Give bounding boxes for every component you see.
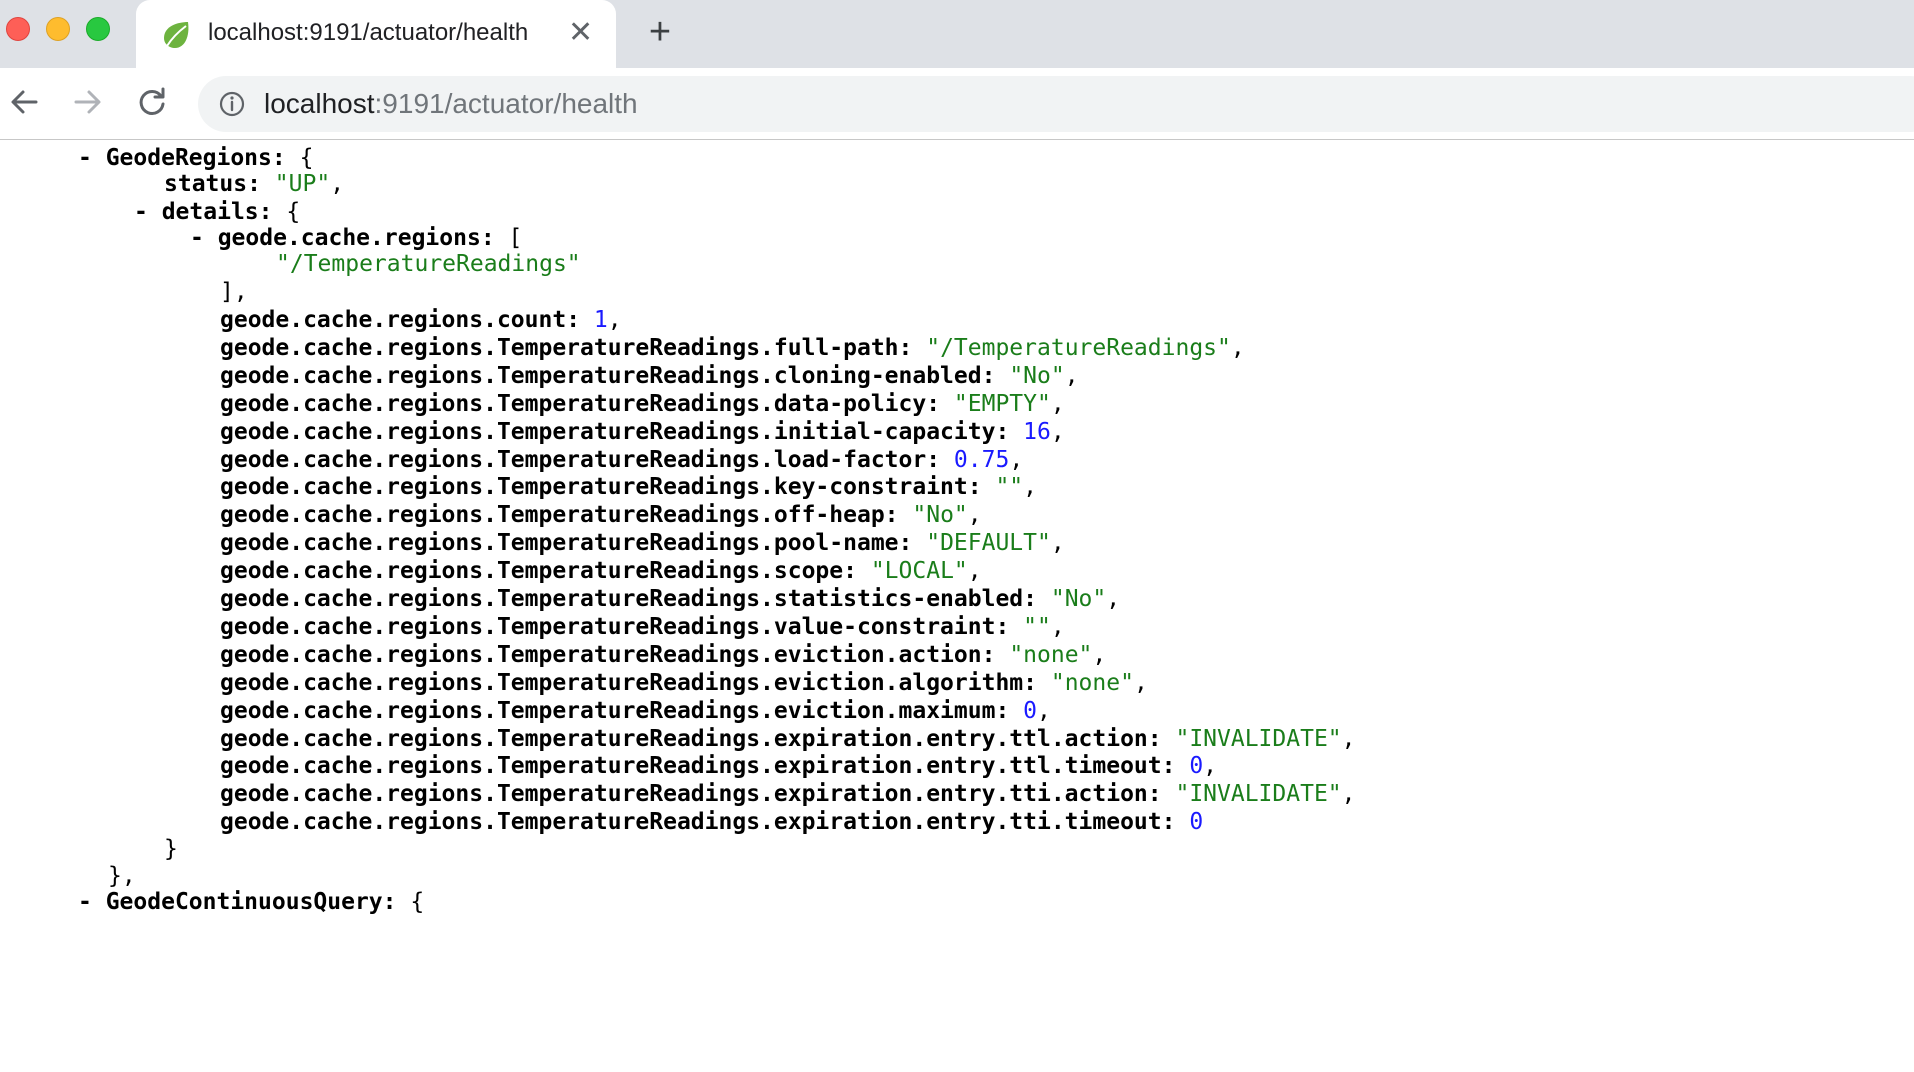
collapse-toggle[interactable]: - [190, 225, 218, 251]
collapse-toggle[interactable]: - [78, 145, 106, 171]
json-value: "INVALIDATE" [1175, 725, 1342, 752]
json-value: 0 [1189, 753, 1204, 780]
json-value: "none" [1050, 669, 1134, 696]
json-viewer: - GeodeRegions: { status: "UP", - detail… [0, 141, 1914, 1072]
json-key: geode.cache.regions.TemperatureReadings.… [220, 613, 996, 640]
url-path: :9191/actuator/health [374, 88, 638, 119]
json-value: 1 [593, 307, 608, 333]
json-key: geode.cache.regions.TemperatureReadings.… [220, 725, 1148, 752]
json-value: "none" [1009, 641, 1093, 668]
json-key: geode.cache.regions.TemperatureReadings.… [220, 586, 1024, 612]
tab-close-icon[interactable]: ✕ [568, 18, 593, 48]
json-key: geode.cache.regions.TemperatureReadings.… [220, 390, 927, 417]
spring-leaf-icon [164, 22, 189, 48]
json-value: "" [1023, 613, 1051, 640]
json-value: 0.75 [953, 446, 1010, 473]
new-tab-button[interactable]: + [642, 13, 678, 51]
json-value: 0 [1189, 809, 1204, 836]
close-window-button[interactable] [6, 17, 30, 41]
json-line-details-close: } [164, 836, 178, 863]
json-key: geode.cache.regions.count [220, 307, 567, 333]
json-key: GeodeContinuousQuery [105, 889, 383, 916]
json-key: geode.cache.regions.TemperatureReadings.… [220, 697, 996, 724]
json-key: geode.cache.regions.TemperatureReadings.… [220, 558, 844, 585]
json-key: geode.cache.regions.TemperatureReadings.… [220, 334, 899, 361]
json-value: "INVALIDATE" [1175, 781, 1342, 808]
json-value: "UP" [274, 171, 331, 197]
json-value: "DEFAULT" [926, 530, 1051, 557]
json-value: "No" [1050, 586, 1107, 612]
json-key: geode.cache.regions.TemperatureReadings.… [220, 530, 899, 557]
json-key: geode.cache.regions.TemperatureReadings.… [220, 781, 1148, 808]
back-arrow-icon[interactable] [6, 84, 42, 120]
tab-title: localhost:9191/actuator/health [208, 19, 529, 46]
url-host: localhost [264, 88, 375, 119]
json-value: 0 [1023, 697, 1038, 724]
json-value: "LOCAL" [870, 558, 968, 585]
info-icon[interactable] [218, 90, 246, 118]
collapse-toggle[interactable]: - [134, 199, 162, 225]
collapse-toggle[interactable]: - [78, 889, 106, 915]
json-key: geode.cache.regions.TemperatureReadings.… [220, 641, 982, 668]
json-key: geode.cache.regions.TemperatureReadings.… [220, 502, 885, 529]
json-value: "/TemperatureReadings" [276, 251, 581, 277]
forward-arrow-icon[interactable] [70, 84, 106, 120]
json-value: "No" [912, 502, 968, 529]
json-key: geode.cache.regions.TemperatureReadings.… [220, 809, 1162, 836]
address-bar[interactable]: localhost:9191/actuator/health [198, 76, 1914, 132]
browser-window: localhost:9191/actuator/health ✕ + local… [0, 0, 1914, 1072]
json-line-continuous-query: - GeodeContinuousQuery: { [78, 889, 425, 916]
json-value: "" [995, 474, 1024, 501]
tab-strip: localhost:9191/actuator/health ✕ + [0, 0, 1914, 68]
json-key: geode.cache.regions.TemperatureReadings.… [220, 474, 968, 501]
json-line-regions-list-item: "/TemperatureReadings" [276, 247, 581, 281]
json-key: status [164, 171, 248, 197]
json-property-row: geode.cache.regions.TemperatureReadings.… [220, 809, 1204, 836]
json-key: geode.cache.regions.TemperatureReadings.… [220, 362, 982, 389]
json-value: 16 [1023, 418, 1051, 445]
browser-toolbar: localhost:9191/actuator/health [0, 68, 1914, 140]
url-text[interactable]: localhost:9191/actuator/health [264, 88, 638, 120]
maximize-window-button[interactable] [86, 17, 110, 41]
json-key: geode.cache.regions.TemperatureReadings.… [220, 753, 1162, 780]
json-value: "EMPTY" [953, 390, 1051, 417]
json-value: "/TemperatureReadings" [926, 334, 1231, 361]
reload-icon[interactable] [134, 84, 170, 120]
minimize-window-button[interactable] [46, 17, 70, 41]
json-key: geode.cache.regions.TemperatureReadings.… [220, 669, 1024, 696]
json-key: geode.cache.regions.TemperatureReadings.… [220, 446, 927, 473]
tab-active[interactable]: localhost:9191/actuator/health ✕ [136, 0, 616, 68]
json-value: "No" [1009, 362, 1065, 389]
json-key: geode.cache.regions.TemperatureReadings.… [220, 418, 996, 445]
